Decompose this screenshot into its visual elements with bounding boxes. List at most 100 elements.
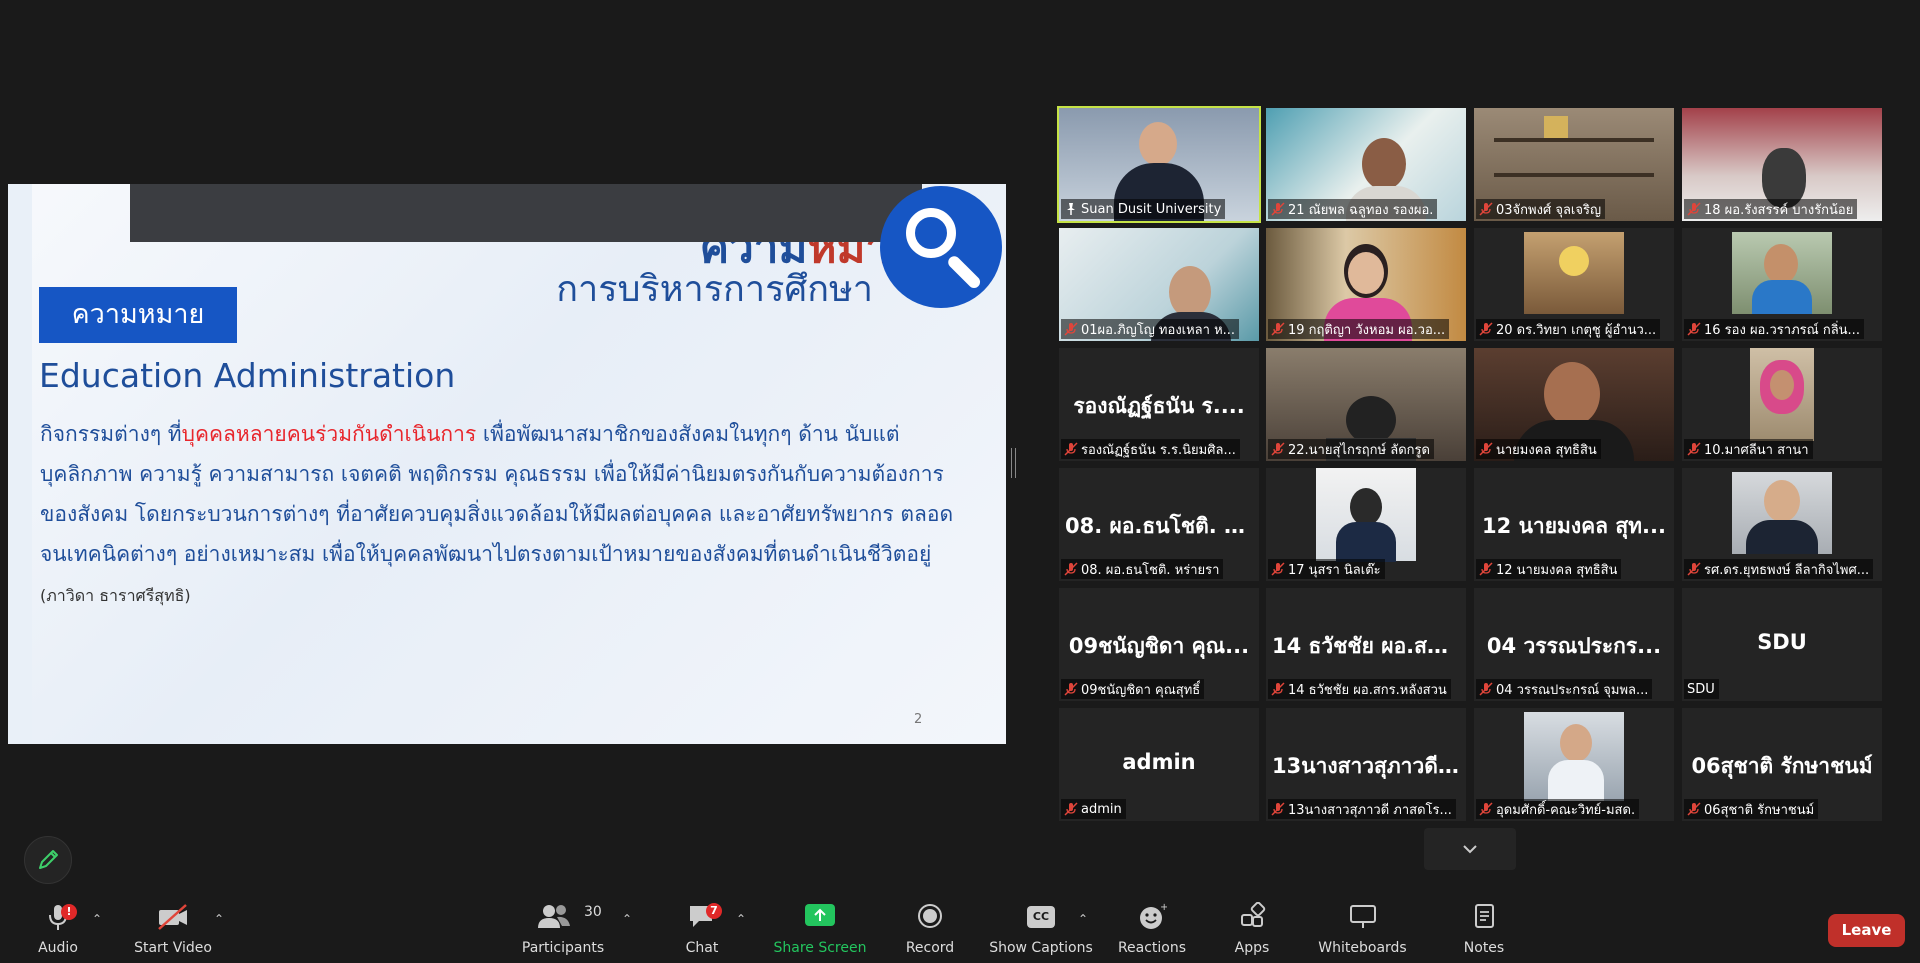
participants-count: 30 (584, 904, 602, 920)
mic-muted-icon (1687, 442, 1701, 456)
whiteboards-button[interactable]: Whiteboards (1310, 890, 1415, 963)
participant-name: 09ชนัญชิดา คุณสุทธิ์ (1081, 682, 1201, 698)
participant-tile[interactable]: รองณัฏฐ์ธนัน ร.... รองณัฏฐ์ธนัน ร.ร.นิยมศ… (1059, 348, 1259, 461)
participant-name-bar: 12 นายมงคล สุทธิสิน (1476, 559, 1622, 579)
participant-name: Suan Dusit University (1081, 201, 1222, 217)
whiteboard-icon (1349, 905, 1376, 928)
participants-options-caret[interactable]: ⌃ (622, 912, 632, 926)
participants-label: Participants (521, 940, 605, 956)
participant-tile[interactable]: 04 วรรณประกร... 04 วรรณประกรณ์ จุมพล... (1474, 588, 1674, 701)
participant-name: 16 รอง ผอ.วราภรณ์ กลิ่น... (1704, 322, 1860, 338)
participant-display-name-large: 08. ผอ.ธนโชติ. ห... (1065, 514, 1259, 538)
participant-tile[interactable]: 01ผอ.ภิญโญ ทองเหลา ห... (1059, 228, 1259, 341)
mic-muted-icon (1479, 562, 1493, 576)
participant-name: 20 ดร.วิทยา เกตุชู ผู้อำนว... (1496, 322, 1657, 338)
video-options-caret[interactable]: ⌃ (214, 912, 224, 926)
participant-display-name-large: 14 ธวัชชัย ผอ.สก... (1272, 634, 1464, 658)
participant-tile[interactable]: 08. ผอ.ธนโชติ. ห... 08. ผอ.ธนโชติ. หร่ายร… (1059, 468, 1259, 581)
start-video-button[interactable]: Start Video (132, 890, 214, 963)
chat-unread-badge: 7 (706, 903, 722, 919)
mic-muted-icon (1064, 682, 1078, 696)
mic-muted-icon (1064, 562, 1078, 576)
slide-page-number: 2 (914, 712, 923, 727)
participant-tile[interactable]: 16 รอง ผอ.วราภรณ์ กลิ่น... (1682, 228, 1882, 341)
mic-muted-icon (1479, 322, 1493, 336)
leave-button[interactable]: Leave (1828, 914, 1905, 947)
mic-muted-icon (1687, 322, 1701, 336)
participant-name-bar: 10.มาศลีนา สานา (1684, 439, 1813, 459)
participant-name-bar: 06สุชาติ รักษาชนม์ (1684, 799, 1819, 819)
mic-muted-icon (1271, 202, 1285, 216)
participant-tile[interactable]: SDU SDU (1682, 588, 1882, 701)
chat-options-caret[interactable]: ⌃ (736, 912, 746, 926)
participant-name-bar: 03จักพงศ์ จุลเจริญ (1476, 199, 1606, 219)
participant-tile[interactable]: 10.มาศลีนา สานา (1682, 348, 1882, 461)
mic-muted-icon (1479, 802, 1493, 816)
mic-muted-icon (1479, 682, 1493, 696)
participant-tile[interactable]: 12 นายมงคล สุท... 12 นายมงคล สุทธิสิน (1474, 468, 1674, 581)
participant-name-bar: 22.นายสุไกรฤกษ์ ลัดกรูด (1268, 439, 1434, 459)
record-button[interactable]: Record (900, 890, 960, 963)
start-video-label: Start Video (134, 940, 212, 956)
participant-tile[interactable]: 21 ณัยพล ฉลูทอง รองผอ. (1266, 108, 1466, 221)
mic-muted-icon (1687, 802, 1701, 816)
participant-name: 04 วรรณประกรณ์ จุมพล... (1496, 682, 1649, 698)
magnifier-icon (880, 186, 1002, 308)
participant-tile[interactable]: 09ชนัญชิดา คุณ... 09ชนัญชิดา คุณสุทธิ์ (1059, 588, 1259, 701)
apps-label: Apps (1234, 940, 1270, 956)
participant-name-bar: admin (1061, 799, 1126, 819)
apps-button[interactable]: Apps (1222, 890, 1282, 963)
participant-tile[interactable]: นายมงคล สุทธิสิน (1474, 348, 1674, 461)
participant-tile[interactable]: 03จักพงศ์ จุลเจริญ (1474, 108, 1674, 221)
share-screen-button[interactable]: Share Screen (770, 890, 870, 963)
participant-tile[interactable]: อุดมศักดิ์-คณะวิทย์-มสด. (1474, 708, 1674, 821)
participant-name-bar: SDU (1684, 679, 1719, 699)
participant-name-bar: 17 นุสรา นิลเต๊ะ (1268, 559, 1385, 579)
svg-text:+: + (1160, 902, 1167, 913)
meeting-toolbar: ! Audio ⌃ Start Video ⌃ 30 Participants … (0, 890, 1920, 963)
slide-heading-box: ความหมาย (39, 287, 237, 343)
audio-button[interactable]: ! Audio (28, 890, 88, 963)
participant-name: admin (1081, 801, 1122, 817)
participants-button[interactable]: 30 Participants (518, 890, 608, 963)
participant-tile[interactable]: 14 ธวัชชัย ผอ.สก... 14 ธวัชชัย ผอ.สกร.หลั… (1266, 588, 1466, 701)
captions-options-caret[interactable]: ⌃ (1078, 912, 1088, 926)
chat-button[interactable]: 7 Chat (672, 890, 732, 963)
participant-name-bar: 20 ดร.วิทยา เกตุชู ผู้อำนว... (1476, 319, 1661, 339)
participant-tile[interactable]: 19 กฤติญา วังหอม ผอ.วอ... (1266, 228, 1466, 341)
whiteboards-label: Whiteboards (1318, 940, 1407, 956)
annotate-button[interactable] (24, 836, 72, 884)
participant-display-name-large: 09ชนัญชิดา คุณ... (1068, 634, 1250, 658)
participant-tile[interactable]: Suan Dusit University (1057, 106, 1261, 223)
split-view-handle[interactable] (1011, 448, 1016, 478)
audio-alert-badge: ! (61, 904, 77, 920)
participant-display-name-large: 04 วรรณประกร... (1486, 634, 1662, 658)
participant-tile[interactable]: 22.นายสุไกรฤกษ์ ลัดกรูด (1266, 348, 1466, 461)
participant-name-bar: 04 วรรณประกรณ์ จุมพล... (1476, 679, 1653, 699)
mic-muted-icon (1271, 322, 1285, 336)
participant-tile[interactable]: 13นางสาวสุภาวดี... 13นางสาวสุภาวดี ภาสดโร… (1266, 708, 1466, 821)
audio-options-caret[interactable]: ⌃ (92, 912, 102, 926)
participant-name: 10.มาศลีนา สานา (1704, 442, 1809, 458)
participant-tile[interactable]: 20 ดร.วิทยา เกตุชู ผู้อำนว... (1474, 228, 1674, 341)
reactions-button[interactable]: + Reactions (1112, 890, 1192, 963)
participant-tile[interactable]: admin admin (1059, 708, 1259, 821)
slide-body-text: กิจกรรมต่างๆ ที่บุคคลหลายคนร่วมกันดำเนิน… (40, 414, 960, 616)
participant-tile[interactable]: รศ.ดร.ยุทธพงษ์ ลีลากิจไพศ... (1682, 468, 1882, 581)
participant-tile[interactable]: 17 นุสรา นิลเต๊ะ (1266, 468, 1466, 581)
participant-name: 14 ธวัชชัย ผอ.สกร.หลังสวน (1288, 682, 1447, 698)
participant-tile[interactable]: 06สุชาติ รักษาชนม์ 06สุชาติ รักษาชนม์ (1682, 708, 1882, 821)
notes-label: Notes (1463, 940, 1505, 956)
participant-name: 18 ผอ.รังสรรค์ บางรักน้อย (1704, 202, 1854, 218)
share-screen-icon (805, 904, 835, 926)
pin-icon (1064, 202, 1078, 216)
show-captions-button[interactable]: CC Show Captions (986, 890, 1096, 963)
participant-display-name-large: admin (1122, 750, 1196, 774)
participant-name-bar: 09ชนัญชิดา คุณสุทธิ์ (1061, 679, 1205, 699)
notes-button[interactable]: Notes (1454, 890, 1514, 963)
mic-muted-icon (1064, 322, 1078, 336)
gallery-collapse-button[interactable] (1424, 828, 1516, 870)
participant-tile[interactable]: 18 ผอ.รังสรรค์ บางรักน้อย (1682, 108, 1882, 221)
participant-name: 12 นายมงคล สุทธิสิน (1496, 562, 1618, 578)
participant-display-name-large: 06สุชาติ รักษาชนม์ (1691, 754, 1873, 778)
